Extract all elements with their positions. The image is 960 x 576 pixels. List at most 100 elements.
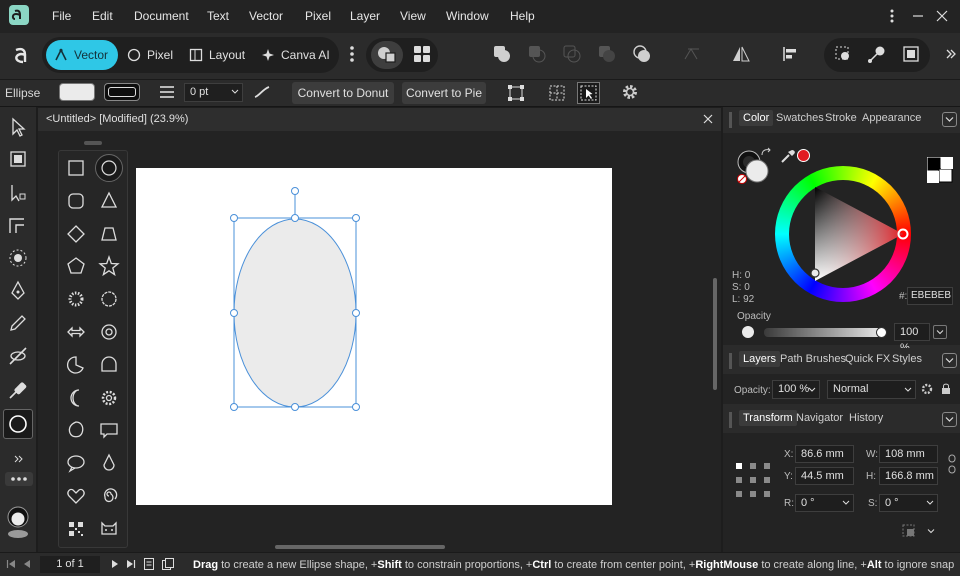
page-icon[interactable] xyxy=(143,557,155,571)
persona-vector[interactable]: Vector xyxy=(54,40,108,69)
color-handle[interactable] xyxy=(810,268,820,278)
opacity-input[interactable]: 100 % xyxy=(894,323,930,354)
lock-icon[interactable] xyxy=(940,382,952,395)
panel-grip[interactable] xyxy=(729,112,732,128)
tab-appearance[interactable]: Appearance xyxy=(862,112,921,124)
horizontal-scrollbar[interactable] xyxy=(275,545,445,549)
contour-tool-icon[interactable] xyxy=(6,246,30,270)
artboard-tool-icon[interactable] xyxy=(6,147,30,171)
shape-panel-grip[interactable] xyxy=(84,141,102,145)
menu-help[interactable]: Help xyxy=(510,9,535,23)
menu-edit[interactable]: Edit xyxy=(92,9,113,23)
settings-gear-icon[interactable] xyxy=(621,83,639,101)
persona-pixel[interactable]: Pixel xyxy=(127,40,173,69)
rounded-rect-shape-button[interactable] xyxy=(62,187,90,215)
close-document-icon[interactable] xyxy=(702,113,714,125)
bounding-box-icon[interactable] xyxy=(901,44,921,64)
xor-shapes-icon[interactable] xyxy=(597,44,617,64)
eyedropper-icon[interactable] xyxy=(779,147,797,165)
app-logo-icon[interactable] xyxy=(9,5,29,25)
color-chip-icon[interactable] xyxy=(6,505,30,541)
double-arrow-shape-button[interactable] xyxy=(62,318,90,346)
drop-shape-button[interactable] xyxy=(95,449,123,477)
layer-opacity-field[interactable]: 100 % xyxy=(772,380,820,399)
tab-stroke[interactable]: Stroke xyxy=(825,112,857,124)
opacity-dropdown[interactable] xyxy=(933,325,947,339)
pie-shape-button[interactable] xyxy=(62,351,90,379)
menu-vector[interactable]: Vector xyxy=(249,9,283,23)
vertical-scrollbar[interactable] xyxy=(713,278,717,390)
chevron-down-icon[interactable] xyxy=(926,526,936,536)
more-personas-icon[interactable] xyxy=(346,43,358,65)
menu-file[interactable]: File xyxy=(52,9,71,23)
tab-color[interactable]: Color xyxy=(739,110,774,126)
qr-code-shape-button[interactable] xyxy=(62,515,90,543)
height-input[interactable]: 166.8 mm xyxy=(879,467,938,485)
tab-navigator[interactable]: Navigator xyxy=(796,412,843,424)
rectangle-shape-button[interactable] xyxy=(62,154,90,182)
flip-horizontal-icon[interactable] xyxy=(731,44,751,64)
ellipse-tool-button[interactable] xyxy=(3,409,33,439)
swap-colors-icon[interactable] xyxy=(760,147,772,159)
node-tool-icon[interactable] xyxy=(6,181,30,205)
toolbar-overflow-icon[interactable] xyxy=(944,46,958,62)
menu-pixel[interactable]: Pixel xyxy=(305,9,331,23)
layer-settings-icon[interactable] xyxy=(921,383,933,395)
transform-options-icon[interactable] xyxy=(901,523,917,539)
callout-ellipse-shape-button[interactable] xyxy=(62,449,90,477)
expand-tools-icon[interactable] xyxy=(13,453,25,465)
opacity-slider-handle[interactable] xyxy=(876,327,887,338)
close-window-icon[interactable] xyxy=(932,6,952,26)
grid-view-icon[interactable] xyxy=(411,43,433,65)
fill-tool-icon[interactable] xyxy=(6,378,30,402)
more-tools-button[interactable] xyxy=(5,472,33,486)
tab-transform[interactable]: Transform xyxy=(739,410,797,426)
persona-canva-ai[interactable]: Canva AI xyxy=(261,40,330,69)
stroke-width-field[interactable]: 0 pt xyxy=(184,83,243,102)
trapezoid-shape-button[interactable] xyxy=(95,220,123,248)
vector-brush-icon[interactable] xyxy=(6,344,30,368)
snap-node-icon[interactable] xyxy=(867,44,887,64)
callout-rect-shape-button[interactable] xyxy=(95,416,123,444)
ellipse-shape[interactable] xyxy=(233,218,357,408)
last-page-icon[interactable] xyxy=(126,559,136,569)
crescent-shape-button[interactable] xyxy=(62,384,90,412)
tear-shape-button[interactable] xyxy=(62,416,90,444)
tab-history[interactable]: History xyxy=(849,412,883,424)
shear-field[interactable]: 0 ° xyxy=(879,494,938,512)
tab-swatches[interactable]: Swatches xyxy=(776,112,824,124)
picked-color-swatch[interactable] xyxy=(797,149,810,162)
cog-shape-button[interactable] xyxy=(95,384,123,412)
stroke-swatch[interactable] xyxy=(104,83,140,101)
panel-menu-icon[interactable] xyxy=(942,112,957,127)
tab-styles[interactable]: Styles xyxy=(892,353,922,365)
pen-tool-icon[interactable] xyxy=(6,279,30,303)
opacity-slider[interactable] xyxy=(764,328,884,337)
spiral-shape-button[interactable] xyxy=(95,482,123,510)
corner-tool-icon[interactable] xyxy=(6,213,30,237)
document-tab[interactable]: <Untitled> [Modified] (23.9%) xyxy=(38,108,721,131)
anchor-point-grid[interactable] xyxy=(735,462,771,498)
cat-shape-button[interactable] xyxy=(95,515,123,543)
next-page-icon[interactable] xyxy=(110,559,120,569)
pressure-curve-icon[interactable] xyxy=(253,84,271,100)
menu-layer[interactable]: Layer xyxy=(350,9,380,23)
subtract-shapes-icon[interactable] xyxy=(527,44,547,64)
saturation-triangle[interactable] xyxy=(775,166,911,302)
bw-reset-icon[interactable] xyxy=(927,157,953,183)
blend-mode-select[interactable]: Normal xyxy=(827,380,916,399)
y-input[interactable]: 44.5 mm xyxy=(795,467,854,485)
snapping-button[interactable] xyxy=(371,41,403,69)
convert-to-donut-button[interactable]: Convert to Donut xyxy=(292,82,394,104)
move-tool-icon[interactable] xyxy=(6,115,30,139)
tab-quick-fx[interactable]: Quick FX xyxy=(845,353,890,365)
x-input[interactable]: 86.6 mm xyxy=(795,445,854,463)
select-mode-button[interactable] xyxy=(577,82,600,104)
star-shape-button[interactable] xyxy=(95,252,123,280)
hex-input[interactable]: EBEBEB xyxy=(907,287,953,305)
bounding-box-toggle-icon[interactable] xyxy=(507,84,525,102)
align-grid-icon[interactable] xyxy=(548,84,566,102)
page-indicator[interactable]: 1 of 1 xyxy=(40,556,100,573)
tab-path-brushes[interactable]: Path Brushes xyxy=(780,353,846,365)
transform-origin-icon[interactable] xyxy=(833,44,853,64)
